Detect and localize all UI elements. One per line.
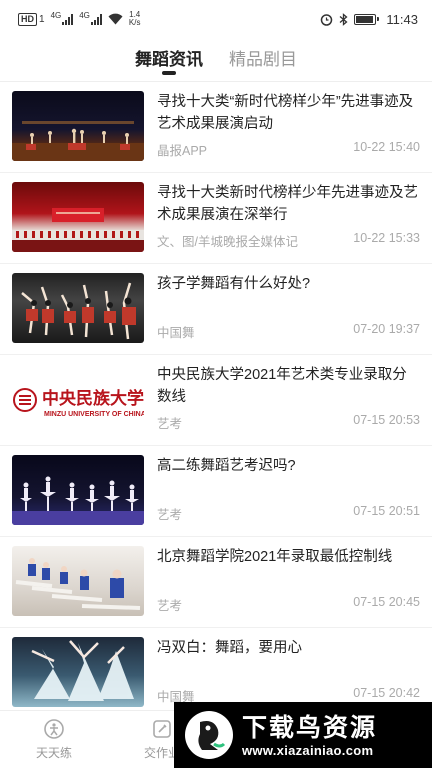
article-meta: 中国舞 07-20 19:37 xyxy=(157,322,420,345)
sim-label: 1 xyxy=(39,13,45,25)
article-title: 北京舞蹈学院2021年录取最低控制线 xyxy=(157,549,393,565)
article-info: 高二练舞蹈艺考迟吗? 艺考 07-15 20:51 xyxy=(144,455,420,527)
tab-dance-news-label: 舞蹈资讯 xyxy=(135,50,203,69)
article-thumbnail xyxy=(12,546,144,616)
article-meta: 艺考 07-15 20:45 xyxy=(157,595,420,618)
article-source: 文、图/羊城晚报全媒体记 xyxy=(157,235,298,249)
article-meta: 文、图/羊城晚报全媒体记 10-22 15:33 xyxy=(157,231,420,254)
article-item[interactable]: 中央民族大学 MINZU UNIVERSITY OF CHINA 中央民族大学2… xyxy=(0,355,432,446)
watermark-text: 下载鸟资源 www.xiazainiao.com xyxy=(242,713,377,758)
article-time: 07-20 19:37 xyxy=(353,322,420,336)
article-info: 北京舞蹈学院2021年录取最低控制线 艺考 07-15 20:45 xyxy=(144,546,420,618)
article-time: 10-22 15:33 xyxy=(353,231,420,245)
article-time: 07-15 20:45 xyxy=(353,595,420,609)
status-bar: HD 1 4G 4G 1.4 K/s 11:43 xyxy=(0,0,432,38)
net-speed-unit: K/s xyxy=(128,18,141,27)
article-thumbnail: 中央民族大学 MINZU UNIVERSITY OF CHINA xyxy=(12,364,144,434)
bird-logo-icon xyxy=(185,711,233,759)
status-time: 11:43 xyxy=(386,11,418,27)
status-left: HD 1 4G 4G 1.4 K/s xyxy=(18,11,140,27)
watermark: 下载鸟资源 www.xiazainiao.com xyxy=(174,702,432,768)
article-title: 冯双白：舞蹈，要用心 xyxy=(157,640,302,656)
article-thumbnail xyxy=(12,637,144,707)
nav-label: 天天练 xyxy=(35,746,72,760)
article-info: 孩子学舞蹈有什么好处? 中国舞 07-20 19:37 xyxy=(144,273,420,345)
net-label-1: 4G xyxy=(50,11,62,20)
article-info: 寻找十大类“新时代榜样少年”先进事迹及艺术成果展演启动 晶报APP 10-22 … xyxy=(144,91,420,163)
article-time: 07-15 20:51 xyxy=(353,504,420,518)
battery-icon xyxy=(354,13,380,25)
article-title: 高二练舞蹈艺考迟吗? xyxy=(157,458,296,474)
bluetooth-icon xyxy=(340,12,348,26)
svg-text:MINZU UNIVERSITY OF CHINA: MINZU UNIVERSITY OF CHINA xyxy=(44,411,144,418)
battery-level xyxy=(356,15,374,23)
article-meta: 晶报APP 10-22 15:40 xyxy=(157,140,420,163)
article-title: 中央民族大学2021年艺术类专业录取分数线 xyxy=(157,367,407,405)
article-source: 艺考 xyxy=(157,599,183,613)
article-item[interactable]: 孩子学舞蹈有什么好处? 中国舞 07-20 19:37 xyxy=(0,264,432,355)
alarm-icon xyxy=(321,13,333,26)
article-item[interactable]: 寻找十大类新时代榜样少年先进事迹及艺术成果展演在深举行 文、图/羊城晚报全媒体记… xyxy=(0,173,432,264)
article-time: 10-22 15:40 xyxy=(353,140,420,154)
article-title: 寻找十大类新时代榜样少年先进事迹及艺术成果展演在深举行 xyxy=(157,185,418,223)
article-title: 寻找十大类“新时代榜样少年”先进事迹及艺术成果展演启动 xyxy=(157,94,414,132)
top-tabs: 舞蹈资讯 精品剧目 xyxy=(0,38,432,82)
wifi-icon xyxy=(108,13,123,25)
tab-dance-news[interactable]: 舞蹈资讯 xyxy=(135,38,203,81)
dancer-icon xyxy=(44,719,64,739)
signal-icon xyxy=(62,13,74,25)
svg-text:中央民族大学: 中央民族大学 xyxy=(42,388,144,409)
article-source: 晶报APP xyxy=(157,144,208,158)
signal-icon-2 xyxy=(90,13,102,25)
tab-featured-repertoire[interactable]: 精品剧目 xyxy=(229,38,297,81)
hd-badge: HD xyxy=(18,12,37,26)
edit-icon xyxy=(153,720,171,738)
nav-item-daily-practice[interactable]: 天天练 xyxy=(0,711,108,768)
article-thumbnail xyxy=(12,273,144,343)
article-meta: 艺考 07-15 20:53 xyxy=(157,413,420,436)
tab-featured-repertoire-label: 精品剧目 xyxy=(229,50,297,69)
tab-active-indicator xyxy=(162,71,176,75)
net-label-2: 4G xyxy=(79,11,90,20)
article-source: 中国舞 xyxy=(157,326,195,340)
article-source: 艺考 xyxy=(157,417,183,431)
article-meta: 艺考 07-15 20:51 xyxy=(157,504,420,527)
article-list: 寻找十大类“新时代榜样少年”先进事迹及艺术成果展演启动 晶报APP 10-22 … xyxy=(0,82,432,719)
watermark-url: www.xiazainiao.com xyxy=(242,742,374,758)
article-source: 艺考 xyxy=(157,508,183,522)
university-logo: 中央民族大学 MINZU UNIVERSITY OF CHINA xyxy=(13,388,144,418)
article-item[interactable]: 北京舞蹈学院2021年录取最低控制线 艺考 07-15 20:45 xyxy=(0,537,432,628)
article-title: 孩子学舞蹈有什么好处? xyxy=(157,276,311,292)
article-thumbnail xyxy=(12,91,144,161)
status-right: 11:43 xyxy=(320,12,418,27)
article-info: 中央民族大学2021年艺术类专业录取分数线 艺考 07-15 20:53 xyxy=(144,364,420,436)
article-item[interactable]: 寻找十大类“新时代榜样少年”先进事迹及艺术成果展演启动 晶报APP 10-22 … xyxy=(0,82,432,173)
article-info: 寻找十大类新时代榜样少年先进事迹及艺术成果展演在深举行 文、图/羊城晚报全媒体记… xyxy=(144,182,420,254)
watermark-title: 下载鸟资源 xyxy=(242,713,378,742)
net-speed: 1.4 K/s xyxy=(129,11,141,27)
article-time: 07-15 20:53 xyxy=(353,413,420,427)
article-info: 冯双白：舞蹈，要用心 中国舞 07-15 20:42 xyxy=(144,637,420,709)
article-thumbnail xyxy=(12,455,144,525)
article-item[interactable]: 高二练舞蹈艺考迟吗? 艺考 07-15 20:51 xyxy=(0,446,432,537)
article-thumbnail xyxy=(12,182,144,252)
